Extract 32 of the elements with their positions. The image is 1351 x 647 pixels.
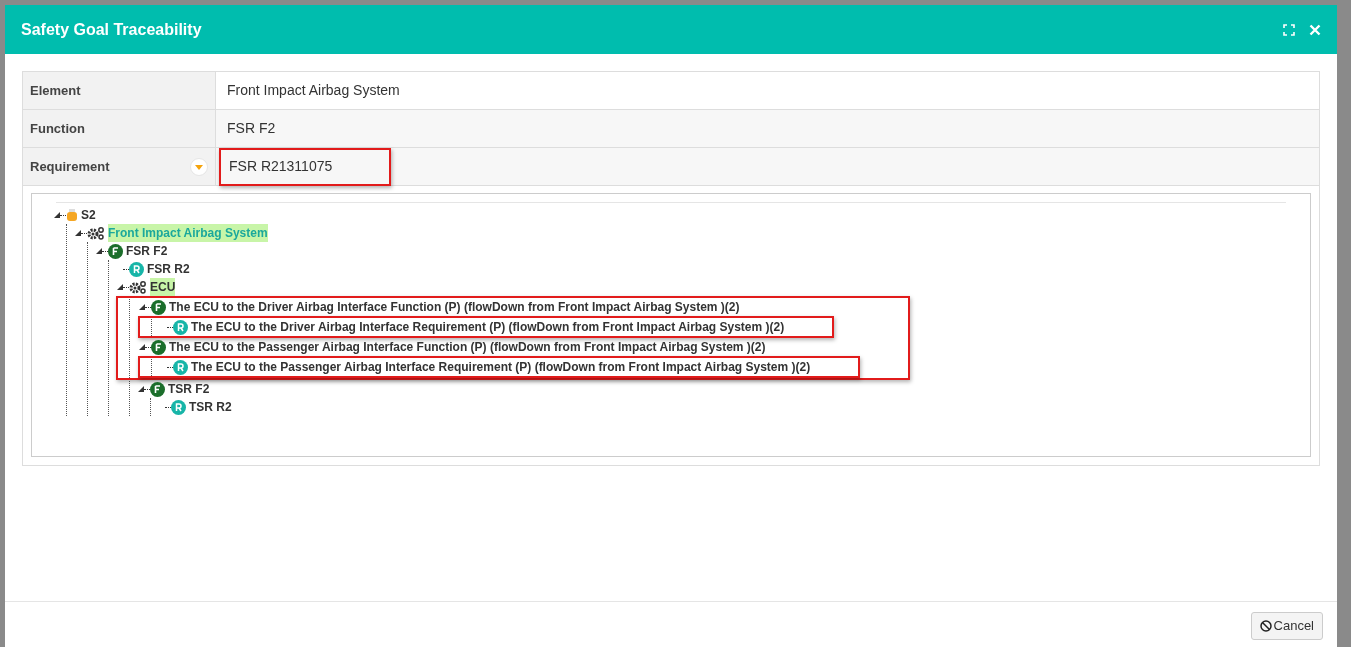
tree-node-label[interactable]: ECU: [150, 278, 176, 296]
field-value: FSR R21311075: [219, 147, 391, 186]
expander-icon[interactable]: [96, 248, 102, 254]
cancel-button[interactable]: Cancel: [1250, 612, 1323, 640]
tree-node-label[interactable]: The ECU to the Driver Airbag Interface Function (P) (flowDown from Front Impact Airbag System )(2): [169, 298, 740, 316]
field-label: Requirement: [30, 157, 111, 176]
expander-icon[interactable]: [75, 230, 81, 236]
tree-row[interactable]: ECU: [109, 278, 1296, 296]
expander-icon[interactable]: [138, 386, 144, 392]
tree-node-label[interactable]: The ECU to the Passenger Airbag Interface Function (P) (flowDown from Front Impact Airbag System )(2): [169, 338, 766, 356]
expander-icon[interactable]: [139, 304, 145, 310]
field-label: Element: [30, 81, 82, 100]
dialog-title: Safety Goal Traceability: [21, 19, 203, 40]
expander-icon[interactable]: [54, 212, 60, 218]
tree-node-label[interactable]: S2: [81, 206, 96, 224]
tree-node-label[interactable]: FSR R2: [147, 260, 190, 278]
tree-row[interactable]: FSR R2: [109, 260, 1296, 278]
expander-icon[interactable]: [139, 344, 145, 350]
tree-row[interactable]: FSR F2: [88, 242, 1296, 260]
tree-node-label[interactable]: FSR F2: [126, 242, 168, 260]
field-value: FSR F2: [226, 119, 277, 138]
tree-row[interactable]: The ECU to the Driver Airbag Interface Function (P) (flowDown from Front Impact Airbag System )(2): [131, 298, 861, 316]
tree-row[interactable]: TSR F2: [130, 380, 1296, 398]
tree-row[interactable]: The ECU to the Passenger Airbag Interface Function (P) (flowDown from Front Impact Airbag System )(2): [131, 338, 861, 356]
expander-icon[interactable]: [117, 284, 123, 290]
field-label: Function: [30, 119, 86, 138]
tree-node-label[interactable]: TSR F2: [168, 380, 210, 398]
tree-row[interactable]: S2: [46, 206, 1296, 224]
tree-row[interactable]: TSR R2: [151, 398, 1296, 416]
field-value: Front Impact Airbag System: [226, 81, 401, 100]
tree-node-label[interactable]: TSR R2: [189, 398, 232, 416]
prohibited-icon: [1259, 620, 1272, 632]
